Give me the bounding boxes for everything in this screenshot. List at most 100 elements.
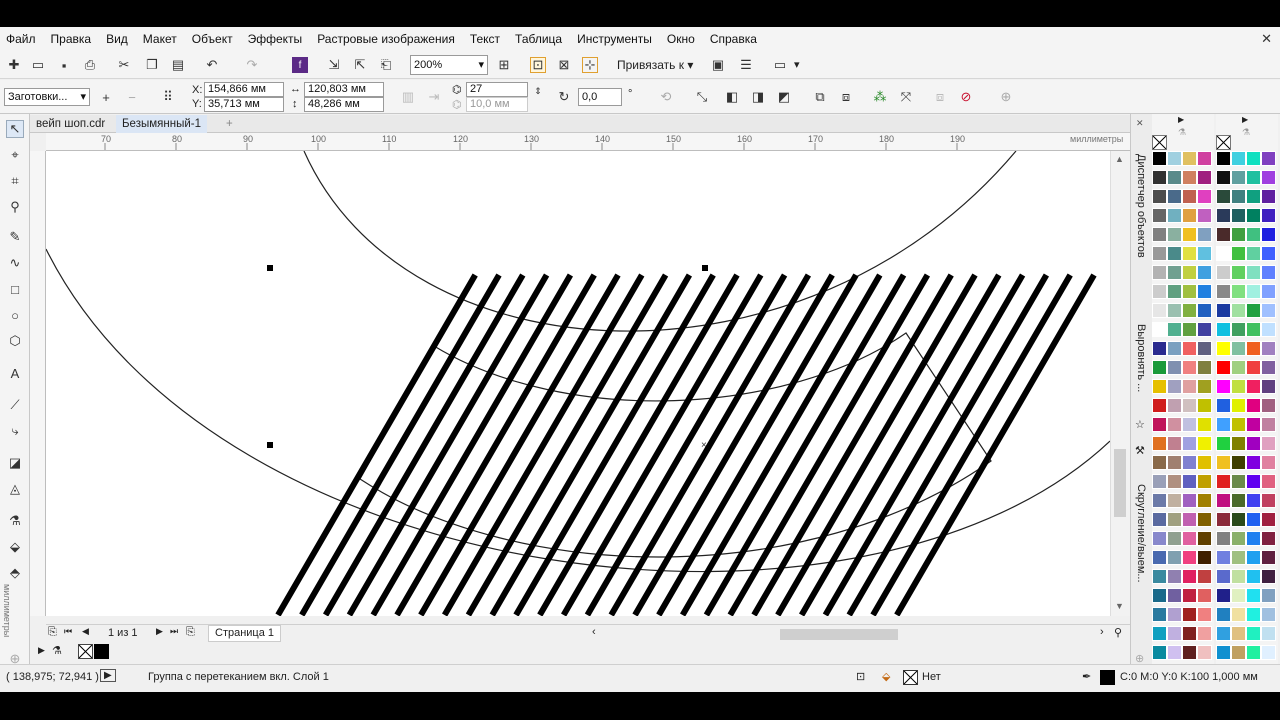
ellipse-tool-icon[interactable]: ○ bbox=[6, 306, 24, 324]
color-swatch[interactable] bbox=[1167, 550, 1182, 565]
color-swatch[interactable] bbox=[1261, 436, 1276, 451]
color-swatch[interactable] bbox=[1261, 569, 1276, 584]
color-swatch[interactable] bbox=[1216, 512, 1231, 527]
color-swatch[interactable] bbox=[1167, 417, 1182, 432]
blend-angle-field[interactable]: 0,0 bbox=[578, 88, 622, 106]
color-swatch[interactable] bbox=[1152, 645, 1167, 660]
color-swatch[interactable] bbox=[1246, 284, 1261, 299]
color-swatch[interactable] bbox=[1167, 246, 1182, 261]
horizontal-ruler[interactable]: 70 80 90 100 110 120 130 140 150 160 170… bbox=[46, 133, 1130, 151]
blend-steps-field[interactable]: 27 bbox=[466, 82, 528, 97]
color-swatch[interactable] bbox=[1261, 322, 1276, 337]
status-play-icon[interactable]: ▶ bbox=[100, 669, 116, 682]
color-swatch[interactable] bbox=[1197, 417, 1212, 432]
color-swatch[interactable] bbox=[1261, 531, 1276, 546]
docker-fillet-scallop[interactable]: Скругление/выем... bbox=[1135, 484, 1147, 583]
color-swatch[interactable] bbox=[1152, 322, 1167, 337]
color-swatch[interactable] bbox=[1167, 303, 1182, 318]
color-swatch[interactable] bbox=[1197, 246, 1212, 261]
color-swatch[interactable] bbox=[1182, 208, 1197, 223]
color-swatch[interactable] bbox=[1246, 246, 1261, 261]
menu-object[interactable]: Объект bbox=[192, 32, 233, 46]
menu-text[interactable]: Текст bbox=[470, 32, 500, 46]
docker-object-manager[interactable]: Диспетчер объектов bbox=[1135, 154, 1147, 258]
color-swatch[interactable] bbox=[1231, 303, 1246, 318]
color-swatch[interactable] bbox=[1246, 398, 1261, 413]
color-swatch[interactable] bbox=[1197, 284, 1212, 299]
color-swatch[interactable] bbox=[1216, 550, 1231, 565]
print-icon[interactable]: ⎙ bbox=[82, 57, 98, 73]
scroll-up-icon[interactable]: ▲ bbox=[1115, 154, 1124, 164]
height-field[interactable]: 48,286 мм bbox=[304, 97, 384, 112]
color-swatch[interactable] bbox=[1182, 170, 1197, 185]
menu-edit[interactable]: Правка bbox=[51, 32, 92, 46]
color-swatch[interactable] bbox=[1246, 322, 1261, 337]
color-swatch[interactable] bbox=[1216, 170, 1231, 185]
color-swatch[interactable] bbox=[1231, 284, 1246, 299]
interactive-fill-icon[interactable]: ⬙ bbox=[6, 538, 24, 556]
color-swatch[interactable] bbox=[1182, 645, 1197, 660]
polygon-tool-icon[interactable]: ⬡ bbox=[6, 332, 24, 350]
color-swatch[interactable] bbox=[1216, 341, 1231, 356]
new-tab-icon[interactable]: + bbox=[220, 115, 239, 133]
connector-tool-icon[interactable]: ⤷ bbox=[6, 422, 24, 440]
snap-status-icon[interactable]: ⊡ bbox=[856, 670, 865, 683]
color-swatch[interactable] bbox=[1182, 246, 1197, 261]
color-swatch[interactable] bbox=[1197, 569, 1212, 584]
color-swatch[interactable] bbox=[1182, 189, 1197, 204]
add-toolbar-icon[interactable]: ⊕ bbox=[998, 89, 1014, 105]
show-guidelines-icon[interactable]: ⊹ bbox=[582, 57, 598, 73]
remove-preset-icon[interactable]: − bbox=[124, 89, 140, 105]
vertical-scroll-thumb[interactable] bbox=[1114, 449, 1126, 517]
color-swatch[interactable] bbox=[1182, 322, 1197, 337]
color-swatch[interactable] bbox=[1246, 436, 1261, 451]
color-swatch[interactable] bbox=[1152, 474, 1167, 489]
color-swatch[interactable] bbox=[1261, 151, 1276, 166]
color-swatch[interactable] bbox=[1152, 569, 1167, 584]
new-icon[interactable]: ✚ bbox=[6, 57, 22, 73]
palette-flyout-icon[interactable]: ▶ bbox=[1242, 115, 1248, 124]
color-swatch[interactable] bbox=[1182, 151, 1197, 166]
menu-layout[interactable]: Макет bbox=[143, 32, 177, 46]
color-swatch[interactable] bbox=[1216, 474, 1231, 489]
color-swatch[interactable] bbox=[1216, 360, 1231, 375]
path-properties-icon[interactable]: ⤡ bbox=[694, 89, 710, 105]
color-swatch[interactable] bbox=[1216, 189, 1231, 204]
color-swatch[interactable] bbox=[1231, 341, 1246, 356]
color-swatch[interactable] bbox=[1197, 151, 1212, 166]
color-swatch[interactable] bbox=[1216, 588, 1231, 603]
color-swatch[interactable] bbox=[1167, 227, 1182, 242]
color-swatch[interactable] bbox=[1152, 341, 1167, 356]
color-swatch[interactable] bbox=[1231, 512, 1246, 527]
color-swatch[interactable] bbox=[1182, 512, 1197, 527]
scroll-left-icon[interactable]: ‹ bbox=[592, 626, 596, 638]
palette-picker-icon[interactable]: ⚗ bbox=[1178, 127, 1186, 138]
color-swatch[interactable] bbox=[1246, 208, 1261, 223]
color-swatch[interactable] bbox=[1231, 436, 1246, 451]
color-swatch[interactable] bbox=[1197, 341, 1212, 356]
color-swatch[interactable] bbox=[1231, 588, 1246, 603]
color-swatch[interactable] bbox=[1152, 550, 1167, 565]
palette-arrow-icon[interactable]: ▶ bbox=[38, 645, 45, 656]
color-swatch[interactable] bbox=[1216, 455, 1231, 470]
color-swatch[interactable] bbox=[1231, 208, 1246, 223]
outline-color-swatch[interactable] bbox=[1100, 670, 1115, 685]
color-swatch[interactable] bbox=[1261, 265, 1276, 280]
color-swatch[interactable] bbox=[1261, 455, 1276, 470]
color-swatch[interactable] bbox=[1152, 493, 1167, 508]
color-swatch[interactable] bbox=[1197, 170, 1212, 185]
color-swatch[interactable] bbox=[1197, 208, 1212, 223]
color-swatch[interactable] bbox=[1231, 531, 1246, 546]
color-swatch[interactable] bbox=[1197, 474, 1212, 489]
color-swatch[interactable] bbox=[1246, 417, 1261, 432]
show-grid-icon[interactable]: ⊠ bbox=[556, 57, 572, 73]
text-tool-icon[interactable]: A bbox=[6, 364, 24, 382]
color-swatch[interactable] bbox=[1246, 588, 1261, 603]
page-tab[interactable]: Страница 1 bbox=[208, 625, 282, 642]
color-swatch[interactable] bbox=[1246, 227, 1261, 242]
color-swatch[interactable] bbox=[1167, 474, 1182, 489]
color-swatch[interactable] bbox=[1197, 607, 1212, 622]
color-swatch[interactable] bbox=[1167, 265, 1182, 280]
color-swatch[interactable] bbox=[1261, 208, 1276, 223]
full-screen-icon[interactable]: ⊞ bbox=[496, 57, 512, 73]
